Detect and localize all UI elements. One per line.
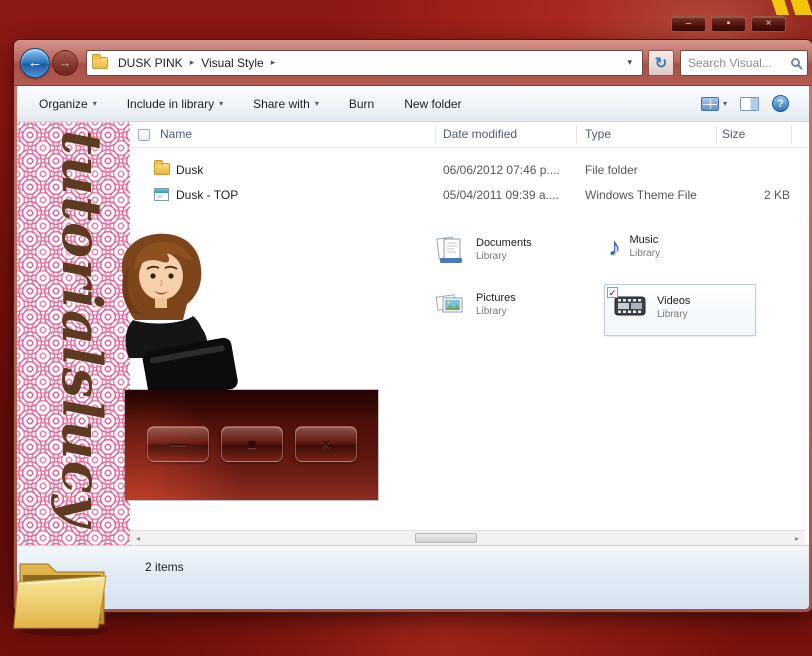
breadcrumb-separator-icon[interactable]: ▸	[270, 57, 277, 68]
preview-maximize-button: ■	[221, 426, 283, 462]
back-arrow-icon: ←	[28, 54, 43, 71]
search-box[interactable]: Search Visual...	[680, 50, 808, 76]
refresh-button[interactable]: ↻	[648, 50, 674, 76]
theme-file-icon	[154, 188, 169, 201]
navigation-bar: ← → DUSK PINK ▸ Visual Style ▸ ▾ ↻ Searc…	[14, 40, 812, 86]
close-button[interactable]: ×	[751, 16, 786, 32]
folder-icon	[154, 163, 170, 175]
preview-minimize-button: —	[147, 426, 209, 462]
chevron-down-icon: ▾	[219, 99, 223, 108]
column-header-size[interactable]: Size	[722, 127, 745, 141]
address-bar[interactable]: DUSK PINK ▸ Visual Style ▸ ▾	[86, 50, 643, 76]
change-view-button[interactable]: ▾	[701, 97, 727, 111]
library-pictures[interactable]: PicturesLibrary	[433, 290, 516, 320]
search-placeholder: Search Visual...	[688, 56, 787, 70]
scrollbar-thumb[interactable]	[415, 533, 477, 543]
toolbar: Organize ▾ Include in library ▾ Share wi…	[17, 86, 809, 122]
cartoon-woman-illustration	[95, 224, 243, 399]
minimize-button[interactable]: –	[671, 16, 706, 32]
column-header-name[interactable]: Name	[160, 127, 192, 141]
help-button[interactable]: ?	[772, 95, 789, 112]
chevron-down-icon: ▾	[723, 99, 727, 108]
organize-button[interactable]: Organize ▾	[39, 97, 97, 111]
background-window-caption-buttons: – ▪ ×	[671, 16, 786, 32]
theme-preview-image: — ■ ×	[125, 390, 378, 500]
music-library-icon: ♪	[608, 235, 621, 260]
preview-pane-button[interactable]	[740, 97, 759, 111]
burn-button[interactable]: Burn	[349, 97, 374, 111]
select-all-checkbox[interactable]	[138, 129, 150, 141]
chevron-down-icon: ▾	[315, 99, 319, 108]
column-header-date-modified[interactable]: Date modified	[443, 127, 517, 141]
file-row-dusk-top[interactable]: Dusk - TOP 05/04/2011 09:39 a.... Window…	[130, 183, 809, 208]
wallpaper-artifact	[766, 0, 812, 15]
chevron-down-icon: ▾	[93, 99, 97, 108]
item-checkbox[interactable]: ✓	[607, 287, 618, 298]
refresh-icon: ↻	[655, 54, 668, 72]
views-grid-icon	[701, 97, 719, 111]
status-bar: 2 items	[17, 545, 809, 609]
maximize-button[interactable]: ▪	[711, 16, 746, 32]
details-pane-folder-icon	[12, 544, 112, 636]
share-with-button[interactable]: Share with ▾	[253, 97, 319, 111]
breadcrumb-visual-style[interactable]: Visual Style	[195, 56, 269, 70]
folder-icon	[92, 57, 108, 69]
forward-button[interactable]: →	[52, 50, 78, 76]
file-row-dusk[interactable]: Dusk 06/06/2012 07:46 p.... File folder	[130, 158, 809, 183]
new-folder-button[interactable]: New folder	[404, 97, 461, 111]
library-documents[interactable]: DocumentsLibrary	[433, 234, 532, 266]
pictures-library-icon	[433, 290, 467, 320]
preview-close-button: ×	[295, 426, 357, 462]
address-dropdown-icon[interactable]: ▾	[622, 57, 637, 68]
horizontal-scrollbar[interactable]: ◂ ▸	[130, 530, 805, 545]
column-header-type[interactable]: Type	[585, 127, 611, 141]
library-music[interactable]: ♪ MusicLibrary	[608, 234, 660, 260]
scroll-left-icon[interactable]: ◂	[130, 531, 146, 545]
item-count: 2 items	[145, 560, 184, 574]
library-videos[interactable]: ✓ VideosLibrary	[612, 292, 690, 325]
column-headers: Name Date modified Type Size	[130, 122, 809, 148]
back-button[interactable]: ←	[20, 48, 50, 78]
breadcrumb-dusk-pink[interactable]: DUSK PINK	[112, 56, 189, 70]
forward-arrow-icon: →	[59, 55, 72, 70]
scroll-right-icon[interactable]: ▸	[789, 531, 805, 545]
include-in-library-button[interactable]: Include in library ▾	[127, 97, 223, 111]
search-icon	[791, 58, 800, 67]
documents-library-icon	[433, 234, 467, 266]
